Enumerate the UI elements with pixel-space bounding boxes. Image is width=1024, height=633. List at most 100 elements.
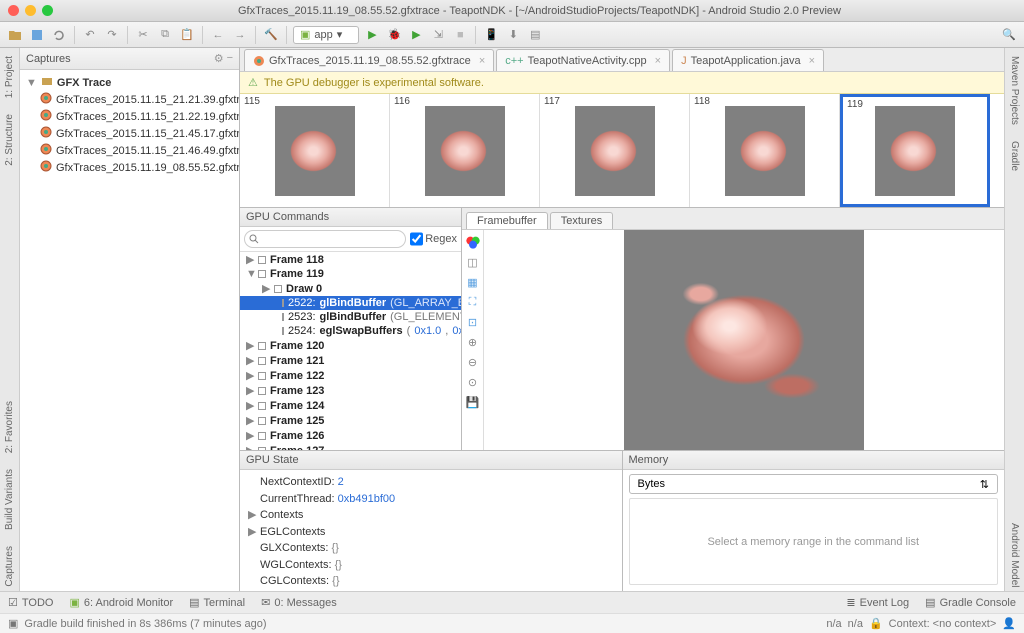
terminal-tool-button[interactable]: ▤Terminal [189, 596, 245, 609]
gpu-command-row[interactable]: ▶Frame 126 [240, 428, 461, 443]
captures-tree-root[interactable]: ▼ GFX Trace [22, 74, 237, 91]
run-config-select[interactable]: ▣ app ▾ [293, 26, 359, 44]
ddms-icon[interactable]: ▤ [526, 26, 544, 44]
gpu-state-row[interactable]: NextContextID: 2 [248, 474, 614, 491]
tab-textures[interactable]: Textures [550, 212, 614, 229]
build-icon[interactable]: 🔨 [262, 26, 280, 44]
structure-tool-button[interactable]: 2: Structure [4, 110, 15, 170]
gpu-command-row[interactable]: ▶Frame 123 [240, 383, 461, 398]
attach-debugger-icon[interactable]: ⇲ [429, 26, 447, 44]
frame-thumbnail[interactable]: 115 [240, 94, 390, 207]
gpu-command-row[interactable]: 2522: glBindBuffer(GL_ARRAY_BUFFER, 0) [240, 296, 461, 310]
editor-tab[interactable]: GfxTraces_2015.11.19_08.55.52.gfxtrace× [244, 49, 494, 71]
color-channel-icon[interactable] [465, 234, 481, 250]
search-icon[interactable]: 🔍 [1000, 26, 1018, 44]
lock-icon[interactable]: 🔒 [869, 617, 883, 630]
project-tool-button[interactable]: 1: Project [4, 52, 15, 102]
hector-icon[interactable]: 👤 [1002, 617, 1016, 630]
gpu-command-row[interactable]: ▶Frame 118 [240, 252, 461, 267]
captures-tool-button[interactable]: Captures [4, 542, 15, 591]
captures-tree-item[interactable]: GfxTraces_2015.11.15_21.22.19.gfxtrace [22, 108, 237, 125]
copy-icon[interactable]: ⧉ [156, 26, 174, 44]
run-coverage-button[interactable]: ▶ [407, 26, 425, 44]
gpu-command-row[interactable]: ▶Frame 120 [240, 338, 461, 353]
sdk-manager-icon[interactable]: ⬇ [504, 26, 522, 44]
gradle-console-tool-button[interactable]: ▤Gradle Console [925, 596, 1016, 609]
gpu-command-row[interactable]: ▶Frame 125 [240, 413, 461, 428]
fit-icon[interactable]: ⛶ [465, 294, 481, 310]
captures-tree-item[interactable]: GfxTraces_2015.11.15_21.45.17.gfxtrace [22, 125, 237, 142]
back-icon[interactable]: ← [209, 26, 227, 44]
gpu-command-row[interactable]: ▶Frame 121 [240, 353, 461, 368]
minimize-window-button[interactable] [25, 5, 36, 16]
paste-icon[interactable]: 📋 [178, 26, 196, 44]
captures-tree-item[interactable]: GfxTraces_2015.11.19_08.55.52.gfxtrace [22, 159, 237, 176]
zoom-window-button[interactable] [42, 5, 53, 16]
gpu-command-row[interactable]: 2524: eglSwapBuffers(0x1.0, 0xaedfecc0,0… [240, 324, 461, 338]
frame-thumbnail[interactable]: 118 [690, 94, 840, 207]
depth-icon[interactable]: ▦ [465, 274, 481, 290]
gpu-state-row[interactable]: CGLContexts: {} [248, 573, 614, 590]
avd-manager-icon[interactable]: 📱 [482, 26, 500, 44]
refresh-icon[interactable] [50, 26, 68, 44]
memory-type-select[interactable]: Bytes ⇅ [629, 474, 999, 494]
cut-icon[interactable]: ✂ [134, 26, 152, 44]
maven-tool-button[interactable]: Maven Projects [1009, 52, 1020, 129]
todo-tool-button[interactable]: ☑TODO [8, 596, 53, 609]
frame-thumbnail[interactable]: 117 [540, 94, 690, 207]
close-tab-icon[interactable]: × [655, 55, 661, 67]
gradle-tool-button[interactable]: Gradle [1009, 137, 1020, 175]
captures-tree-item[interactable]: GfxTraces_2015.11.15_21.21.39.gfxtrace [22, 91, 237, 108]
save-image-icon[interactable]: 💾 [465, 394, 481, 410]
window-title: GfxTraces_2015.11.19_08.55.52.gfxtrace -… [63, 5, 1016, 17]
debug-button[interactable]: 🐞 [385, 26, 403, 44]
regex-checkbox[interactable] [410, 230, 423, 248]
framebuffer-view[interactable] [484, 230, 1004, 450]
gpu-state-row[interactable]: CurrentThread: 0xb491bf00 [248, 491, 614, 508]
event-log-tool-button[interactable]: ≣Event Log [846, 596, 909, 609]
frame-thumbnail[interactable]: 119 [840, 94, 990, 207]
gpu-command-row[interactable]: ▶Draw 0 [240, 281, 461, 296]
gpu-state-row[interactable]: GLXContexts: {} [248, 540, 614, 557]
android-monitor-tool-button[interactable]: ▣6: Android Monitor [69, 596, 173, 609]
open-file-icon[interactable] [6, 26, 24, 44]
gpu-commands-search-input[interactable] [244, 230, 406, 248]
gear-icon[interactable]: ⚙ [214, 52, 224, 65]
close-window-button[interactable] [8, 5, 19, 16]
frame-thumbnail[interactable]: 116 [390, 94, 540, 207]
messages-tool-button[interactable]: ✉0: Messages [261, 596, 337, 609]
gpu-command-row[interactable]: ▼Frame 119 [240, 267, 461, 281]
gpu-command-row[interactable]: ▶Frame 122 [240, 368, 461, 383]
status-context[interactable]: Context: <no context> [889, 618, 997, 630]
tab-framebuffer[interactable]: Framebuffer [466, 212, 548, 229]
editor-tab[interactable]: c++TeapotNativeActivity.cpp× [496, 49, 670, 71]
gpu-command-row[interactable]: ▶Frame 124 [240, 398, 461, 413]
save-icon[interactable] [28, 26, 46, 44]
gpu-command-row[interactable]: 2523: glBindBuffer(GL_ELEMENT_ARRAY_BUF… [240, 310, 461, 324]
tool-window-toggle-icon[interactable]: ▣ [8, 617, 18, 630]
wireframe-icon[interactable]: ◫ [465, 254, 481, 270]
android-model-tool-button[interactable]: Android Model [1009, 519, 1020, 591]
minimize-panel-icon[interactable]: − [227, 52, 233, 65]
gpu-state-row[interactable]: ▶Contexts [248, 507, 614, 524]
build-variants-tool-button[interactable]: Build Variants [4, 465, 15, 534]
editor-tab[interactable]: JTeapotApplication.java× [672, 49, 824, 71]
actual-size-icon[interactable]: ⊡ [465, 314, 481, 330]
gpu-state-row[interactable]: WGLContexts: {} [248, 557, 614, 574]
undo-icon[interactable]: ↶ [81, 26, 99, 44]
redo-icon[interactable]: ↷ [103, 26, 121, 44]
close-tab-icon[interactable]: × [479, 55, 485, 67]
captures-tree-item[interactable]: GfxTraces_2015.11.15_21.46.49.gfxtrace [22, 142, 237, 159]
run-button[interactable]: ▶ [363, 26, 381, 44]
bottom-tool-bar: ☑TODO ▣6: Android Monitor ▤Terminal ✉0: … [0, 591, 1024, 613]
zoom-out-icon[interactable]: ⊖ [465, 354, 481, 370]
favorites-tool-button[interactable]: 2: Favorites [4, 397, 15, 457]
gpu-command-row[interactable]: ▶Frame 127 [240, 443, 461, 450]
zoom-in-icon[interactable]: ⊕ [465, 334, 481, 350]
forward-icon[interactable]: → [231, 26, 249, 44]
stop-button[interactable]: ■ [451, 26, 469, 44]
zoom-reset-icon[interactable]: ⊙ [465, 374, 481, 390]
gpu-state-row[interactable]: ▶EGLContexts [248, 524, 614, 541]
regex-checkbox-label[interactable]: Regex [410, 230, 457, 248]
close-tab-icon[interactable]: × [809, 55, 815, 67]
